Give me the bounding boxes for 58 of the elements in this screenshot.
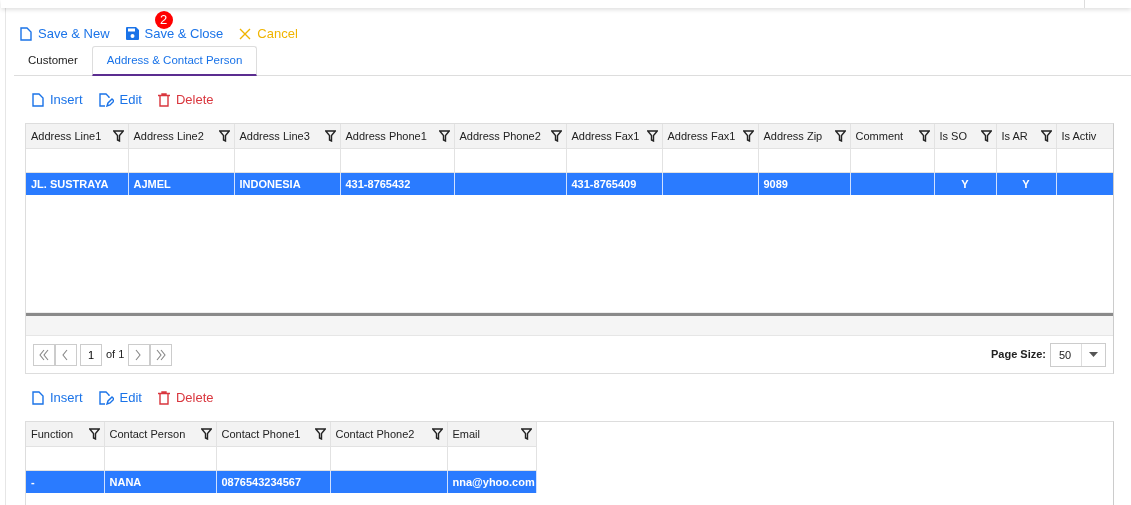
- table-cell: -: [31, 475, 35, 488]
- table-cell: 0876543234567: [221, 475, 302, 488]
- filter-icon[interactable]: [324, 129, 336, 142]
- table-row[interactable]: JL. SUSTRAYA AJMEL INDONESIA 431-8765432 431-8765409 9089 Y Y: [26, 172, 1113, 195]
- filter-icon[interactable]: [88, 427, 100, 440]
- filter-icon[interactable]: [980, 129, 992, 142]
- page-size-dropdown[interactable]: 50: [1050, 342, 1106, 367]
- page-size-label: Page Size:: [990, 347, 1046, 363]
- double-chevron-left-icon: [38, 348, 50, 361]
- edit-icon: [98, 390, 114, 405]
- filter-icon[interactable]: [431, 427, 443, 440]
- tab[interactable]: Address & Contact Person: [91, 46, 258, 76]
- filter-icon[interactable]: [918, 129, 930, 142]
- filter-icon[interactable]: [646, 129, 658, 142]
- edit-button[interactable]: Edit: [98, 90, 142, 110]
- notification-badge: 2: [154, 10, 173, 29]
- table-cell: Y: [1022, 177, 1030, 190]
- double-chevron-right-icon: [155, 348, 168, 361]
- save-new-button[interactable]: Save & New: [20, 23, 110, 44]
- table-cell: INDONESIA: [239, 177, 301, 190]
- filter-icon[interactable]: [438, 129, 450, 142]
- first-page-button[interactable]: [33, 343, 55, 366]
- page-count: of 1: [106, 347, 125, 363]
- edit-icon: [98, 92, 114, 107]
- filter-icon[interactable]: [834, 129, 846, 142]
- document-icon: [32, 92, 44, 107]
- table-cell: Y: [961, 177, 969, 190]
- filter-icon[interactable]: [520, 427, 532, 440]
- tab[interactable]: Customer: [14, 46, 92, 76]
- filter-icon[interactable]: [200, 427, 212, 440]
- table-cell: 9089: [763, 177, 788, 190]
- document-icon: [20, 26, 32, 41]
- filter-icon[interactable]: [314, 427, 326, 440]
- table-cell: AJMEL: [133, 177, 171, 190]
- table-cell: 431-8765432: [345, 177, 411, 190]
- scrollbar[interactable]: [26, 313, 1113, 335]
- insert-button[interactable]: Insert: [32, 388, 83, 408]
- last-page-button[interactable]: [150, 343, 173, 366]
- delete-button[interactable]: Delete: [157, 388, 214, 408]
- filter-icon[interactable]: [218, 129, 230, 142]
- trash-icon: [157, 390, 170, 405]
- caret-icon: [1089, 352, 1098, 357]
- document-icon: [32, 390, 44, 405]
- filter-icon[interactable]: [550, 129, 562, 142]
- edit-button[interactable]: Edit: [98, 388, 142, 408]
- filter-icon[interactable]: [742, 129, 754, 142]
- table-row[interactable]: - NANA 0876543234567 nna@yhoo.com: [26, 470, 536, 493]
- filter-icon[interactable]: [112, 129, 124, 142]
- close-icon: [239, 27, 252, 40]
- trash-icon: [157, 92, 170, 107]
- table-cell: nna@yhoo.com: [452, 475, 535, 488]
- page-input[interactable]: 1: [80, 343, 102, 366]
- filter-icon[interactable]: [1040, 129, 1052, 142]
- delete-button[interactable]: Delete: [157, 90, 214, 110]
- table-cell: 431-8765409: [571, 177, 637, 190]
- table-cell: JL. SUSTRAYA: [31, 177, 109, 190]
- table-cell: NANA: [109, 475, 142, 488]
- insert-button[interactable]: Insert: [32, 90, 83, 110]
